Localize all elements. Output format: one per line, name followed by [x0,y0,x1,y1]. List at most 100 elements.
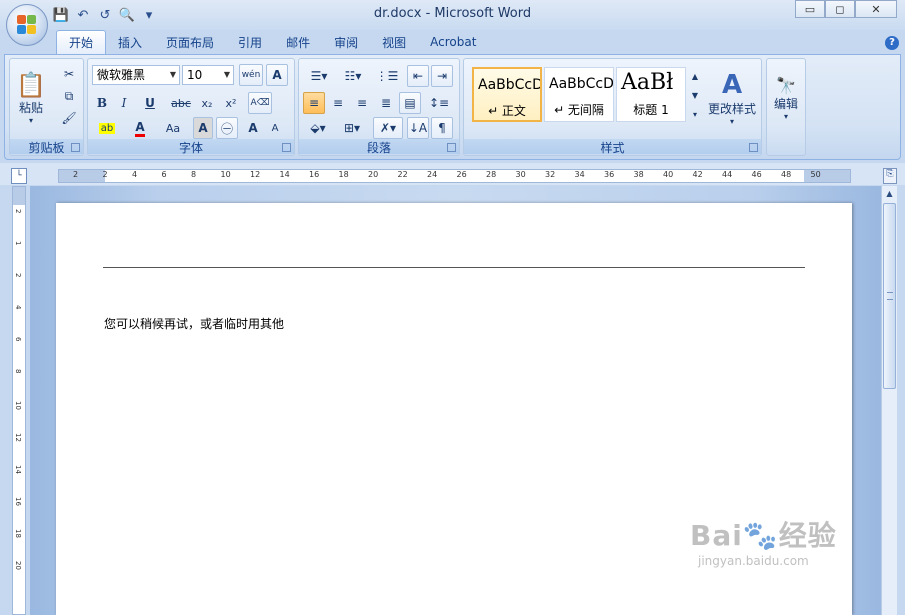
style-sample: AaBł [621,70,674,95]
highlight-color-button[interactable]: ab [92,117,122,139]
chevron-down-icon: ▼ [223,70,230,79]
distributed-icon[interactable]: ▤ [399,92,421,114]
tab-view[interactable]: 视图 [370,30,418,54]
format-painter-icon[interactable]: 🖌 [58,107,80,129]
chevron-down-icon: ▾ [28,116,33,125]
italic-button[interactable]: I [114,92,134,114]
numbering-icon[interactable]: ☷▾ [337,65,369,87]
justify-icon[interactable]: ≣ [375,92,397,114]
ruler-tick: 14 [279,170,290,179]
char-shading-button[interactable]: A [193,117,213,139]
phonetic-guide-button[interactable]: wén [239,64,263,86]
clipboard-icon: 📋 [16,71,46,99]
line-spacing-icon[interactable]: ↕≡ [423,92,455,114]
ruler-strip[interactable]: 2 2 4 6 8 10 12 14 16 18 20 22 24 26 28 30 32 34 36 38 40 42 4… [58,169,851,183]
editing-group: 🔭 编辑 ▾ [766,58,806,156]
cut-icon[interactable]: ✂ [58,63,80,85]
change-case-button[interactable]: Aa [158,117,188,139]
shading-icon[interactable]: ⬙▾ [303,117,333,139]
tab-references[interactable]: 引用 [226,30,274,54]
view-ruler-icon[interactable]: ⎘ [883,168,897,184]
vertical-ruler[interactable]: 2 1 2 4 6 8 10 12 14 16 18 20 [12,186,26,615]
style-normal[interactable]: AaBbCcD ↵ 正文 [472,67,542,122]
paste-label: 粘贴 [18,101,43,115]
align-center-icon[interactable]: ≡ [327,92,349,114]
ruler-tick: 34 [574,170,585,179]
help-icon[interactable]: ? [885,36,899,50]
restore-button[interactable]: ◻ [825,0,855,18]
header-divider [103,267,805,268]
change-styles-button[interactable]: A 更改样式 ▾ [704,63,760,133]
paragraph-group: ☰▾ ☷▾ ⋮☰ ⇤ ⇥ ≡ ≡ ≡ ≣ ▤ ↕≡ ⬙▾ ⊞▾ ✗▾ ↓A ¶ … [298,58,460,156]
scroll-thumb[interactable] [883,203,896,389]
increase-indent-icon[interactable]: ⇥ [431,65,453,87]
close-button[interactable]: ✕ [855,0,897,18]
shrink-font-button[interactable]: A [265,117,285,139]
dialog-launcher-icon[interactable] [71,143,80,152]
tab-acrobat[interactable]: Acrobat [418,30,488,54]
vertical-ruler-tick: 20 [14,561,22,570]
tab-mailings[interactable]: 邮件 [274,30,322,54]
scroll-up-icon[interactable]: ▲ [882,186,897,202]
editing-button[interactable]: 🔭 编辑 ▾ [769,63,803,133]
vertical-scrollbar[interactable]: ▲ [881,186,897,615]
chevron-down-icon: ▾ [729,117,734,126]
tab-review[interactable]: 审阅 [322,30,370,54]
decrease-indent-icon[interactable]: ⇤ [407,65,429,87]
gallery-more-icon[interactable]: ▾ [688,105,702,123]
ruler-tick: 6 [161,170,167,179]
ruler-tick: 38 [633,170,644,179]
font-size-combo[interactable]: 10 ▼ [182,65,234,85]
clear-format-icon[interactable]: A⌫ [248,92,272,114]
bullets-icon[interactable]: ☰▾ [303,65,335,87]
bold-button[interactable]: B [92,92,112,114]
dialog-launcher-icon[interactable] [749,143,758,152]
font-label: 字体 [88,139,294,155]
char-border-button[interactable]: A [266,64,288,86]
tab-home[interactable]: 开始 [56,30,107,54]
sort-icon[interactable]: ↓A [407,117,429,139]
chinese-layout-icon[interactable]: ✗▾ [373,117,403,139]
clipboard-group: 📋 粘贴 ▾ ✂ ⧉ 🖌 剪贴板 [9,58,84,156]
copy-icon[interactable]: ⧉ [58,85,80,107]
ruler-tick: 2 [73,170,79,179]
underline-button[interactable]: U [136,92,164,114]
ruler-tick: 28 [486,170,497,179]
style-name: ↵ 正文 [488,104,526,118]
top-margin-area [13,187,25,205]
tab-selector-icon[interactable]: └ [11,168,27,184]
office-button[interactable] [6,4,48,46]
tab-insert[interactable]: 插入 [106,30,154,54]
tab-page-layout[interactable]: 页面布局 [154,30,226,54]
style-sample: AaBbCcD [549,76,614,92]
borders-icon[interactable]: ⊞▾ [337,117,367,139]
strikethrough-button[interactable]: abc [168,92,194,114]
grow-font-button[interactable]: A [243,117,263,139]
chevron-down-icon: ▾ [783,111,788,121]
style-heading-1[interactable]: AaBł 标题 1 [616,67,686,122]
ruler-tick: 24 [427,170,438,179]
dialog-launcher-icon[interactable] [447,143,456,152]
dialog-launcher-icon[interactable] [282,143,291,152]
align-right-icon[interactable]: ≡ [351,92,373,114]
style-no-spacing[interactable]: AaBbCcD ↵ 无间隔 [544,67,614,122]
font-name-combo[interactable]: 微软雅黑 ▼ [92,65,180,85]
align-left-icon[interactable]: ≡ [303,92,325,114]
document-text[interactable]: 您可以稍候再试，或者临时用其他 [104,315,284,332]
grip-icon [887,292,893,300]
paste-button[interactable]: 📋 粘贴 ▾ [13,63,49,133]
multilevel-list-icon[interactable]: ⋮☰ [371,65,403,87]
font-color-button[interactable]: A [126,117,154,139]
left-margin-area [59,170,105,182]
ribbon: 📋 粘贴 ▾ ✂ ⧉ 🖌 剪贴板 微软雅黑 ▼ 10 ▼ wén A B I U a… [4,54,901,160]
vertical-ruler-tick: 16 [14,497,22,506]
subscript-button[interactable]: x₂ [196,92,218,114]
editing-label: 编辑 [773,96,798,111]
gallery-up-icon[interactable]: ▲ [688,67,702,85]
superscript-button[interactable]: x² [220,92,242,114]
show-marks-icon[interactable]: ¶ [431,117,453,139]
enclose-chars-icon[interactable]: ㊀ [216,117,238,139]
gallery-down-icon[interactable]: ▼ [688,86,702,104]
baidu-watermark: Bai🐾经验 jingyan.baidu.com [690,514,837,568]
minimize-button[interactable]: ▭ [795,0,825,18]
